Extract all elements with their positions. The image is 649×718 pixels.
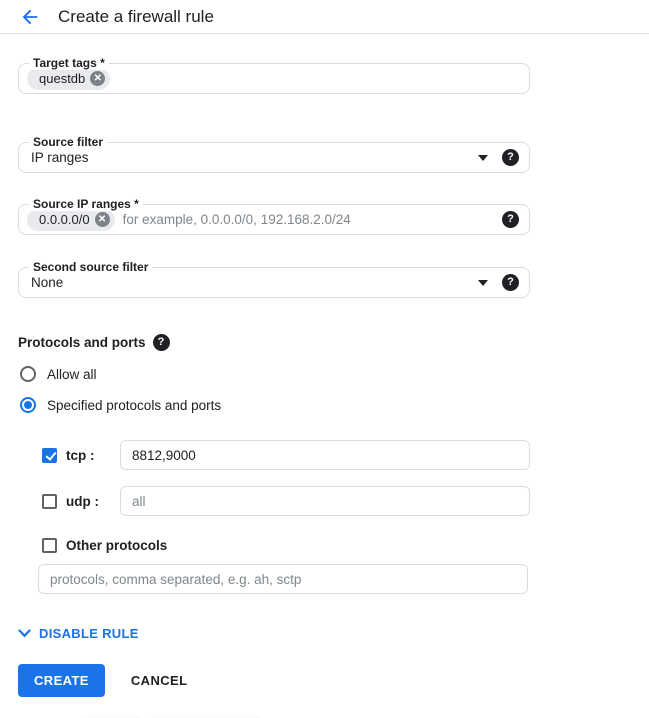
back-button[interactable]	[14, 1, 46, 33]
radio-unselected-icon[interactable]	[20, 366, 36, 382]
target-tag-chip: questdb ✕	[27, 68, 110, 90]
chip-close-icon[interactable]: ✕	[90, 71, 105, 86]
radio-allow-all-label: Allow all	[47, 367, 97, 382]
create-button[interactable]: CREATE	[18, 664, 105, 697]
header-divider	[0, 33, 649, 34]
second-source-filter-field[interactable]: Second source filter None ?	[18, 267, 530, 298]
disable-rule-label: DISABLE RULE	[39, 626, 139, 641]
other-protocols-checkbox[interactable]	[42, 538, 57, 553]
source-filter-label: Source filter	[29, 135, 107, 149]
protocols-and-ports-help-icon[interactable]: ?	[153, 334, 170, 351]
udp-row: udp :	[18, 486, 530, 516]
udp-ports-input[interactable]	[120, 486, 530, 516]
source-ip-ranges-field[interactable]: Source IP ranges * 0.0.0.0/0 ✕ ?	[18, 204, 530, 235]
source-ip-ranges-help-icon[interactable]: ?	[502, 211, 519, 228]
chip-text: 0.0.0.0/0	[39, 212, 90, 227]
chip-close-icon[interactable]: ✕	[95, 212, 110, 227]
dropdown-arrow-icon[interactable]	[478, 155, 488, 161]
page-title: Create a firewall rule	[58, 7, 214, 27]
firewall-rule-form: Target tags * questdb ✕ Source filter IP…	[18, 63, 530, 718]
tcp-row: tcp :	[18, 440, 530, 470]
protocols-and-ports-title: Protocols and ports	[18, 335, 146, 350]
dropdown-arrow-icon[interactable]	[478, 280, 488, 286]
form-actions: CREATE CANCEL	[18, 664, 530, 697]
arrow-back-icon	[19, 6, 41, 28]
cancel-button[interactable]: CANCEL	[131, 673, 188, 688]
other-protocols-label: Other protocols	[66, 538, 167, 553]
target-tags-label: Target tags *	[29, 56, 109, 70]
tcp-label: tcp :	[66, 448, 120, 463]
radio-selected-icon[interactable]	[20, 397, 36, 413]
source-filter-help-icon[interactable]: ?	[502, 149, 519, 166]
target-tags-field[interactable]: Target tags * questdb ✕	[18, 63, 530, 94]
source-filter-field[interactable]: Source filter IP ranges ?	[18, 142, 530, 173]
source-ip-ranges-label: Source IP ranges *	[29, 197, 143, 211]
protocols-and-ports-section: Protocols and ports ?	[18, 334, 530, 351]
second-source-filter-value: None	[27, 275, 470, 290]
source-filter-value: IP ranges	[27, 150, 470, 165]
second-source-filter-label: Second source filter	[29, 260, 152, 274]
second-source-filter-help-icon[interactable]: ?	[502, 274, 519, 291]
radio-specified-label: Specified protocols and ports	[47, 398, 221, 413]
source-ip-ranges-input[interactable]	[123, 212, 502, 227]
header: Create a firewall rule	[0, 0, 649, 33]
udp-label: udp :	[66, 494, 120, 509]
other-protocols-input[interactable]	[38, 564, 528, 594]
chip-text: questdb	[39, 71, 85, 86]
chevron-down-icon	[18, 629, 31, 638]
other-protocols-row: Other protocols	[18, 538, 530, 553]
radio-allow-all[interactable]: Allow all	[18, 366, 530, 382]
target-tags-input[interactable]	[118, 71, 519, 86]
source-ip-chip: 0.0.0.0/0 ✕	[27, 209, 115, 231]
udp-checkbox[interactable]	[42, 494, 57, 509]
tcp-checkbox[interactable]	[42, 448, 57, 463]
radio-specified-protocols[interactable]: Specified protocols and ports	[18, 397, 530, 413]
tcp-ports-input[interactable]	[120, 440, 530, 470]
disable-rule-toggle[interactable]: DISABLE RULE	[18, 626, 530, 641]
